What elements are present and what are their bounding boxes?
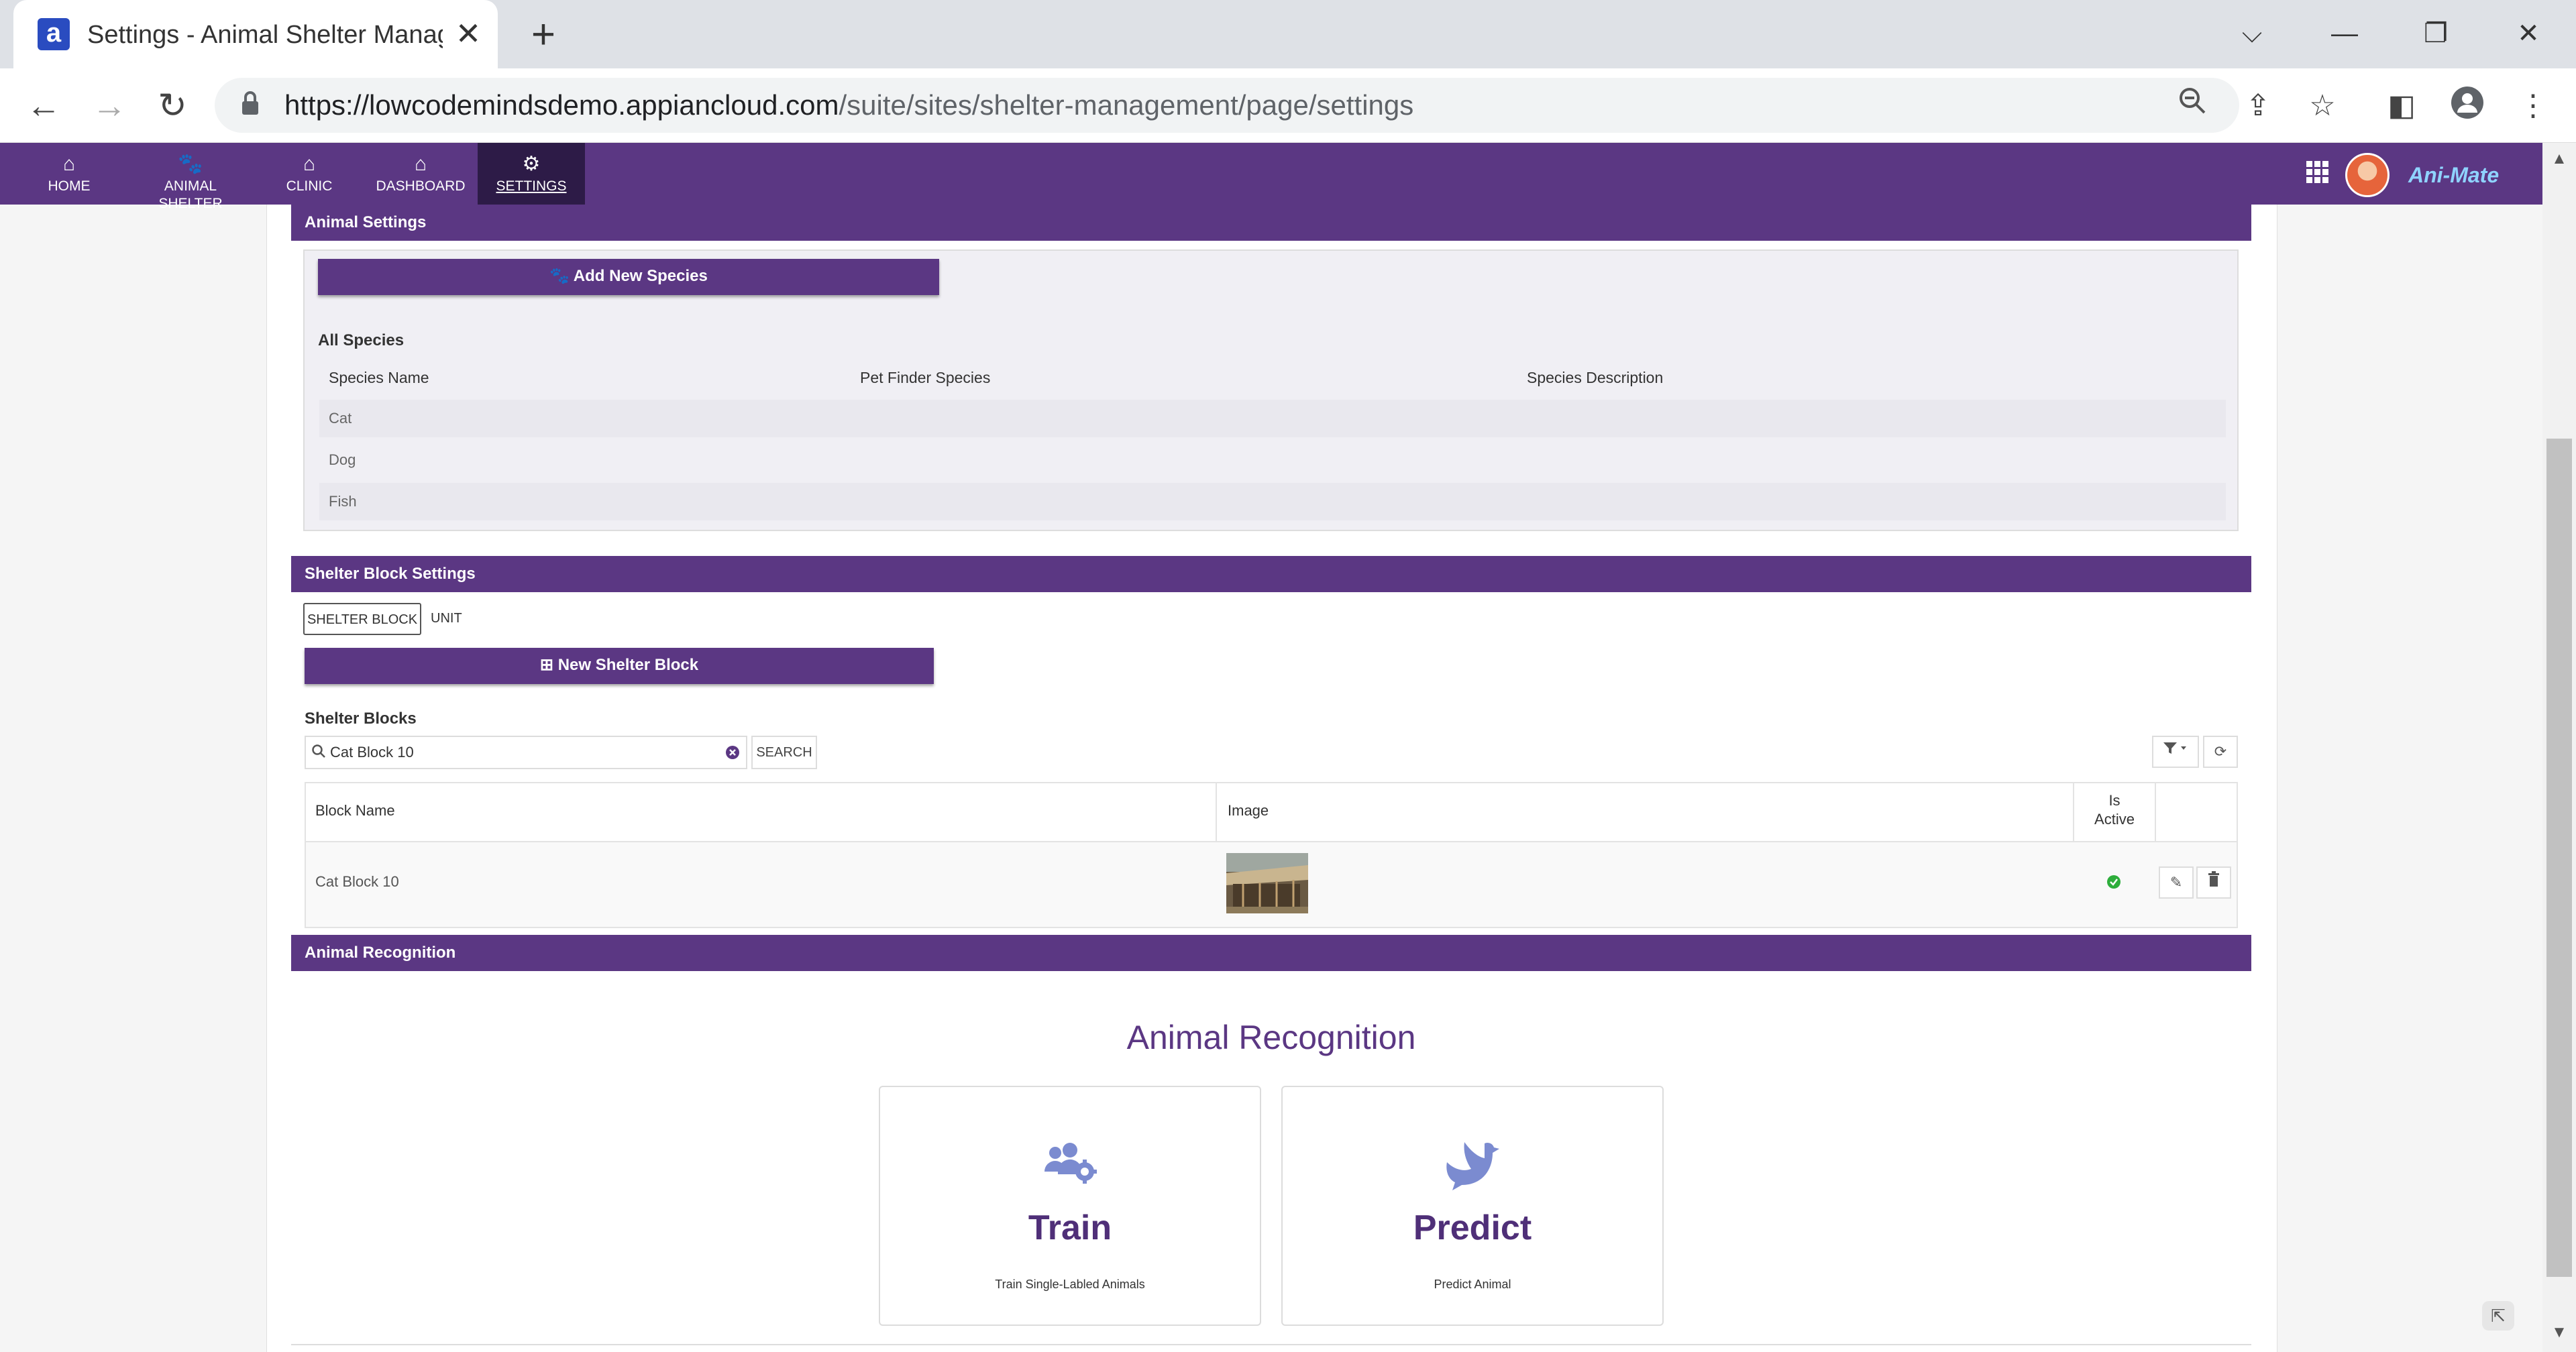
home-icon: ⌂ xyxy=(62,153,76,175)
profile-icon[interactable] xyxy=(2447,86,2487,126)
col-is-active[interactable]: Is Active xyxy=(2074,791,2155,829)
nav-settings-label: SETTINGS xyxy=(496,178,567,194)
url-path: /suite/sites/shelter-management/page/set… xyxy=(839,89,1414,121)
user-avatar[interactable] xyxy=(2345,153,2390,197)
train-title: Train xyxy=(1028,1208,1112,1247)
new-shelter-block-button[interactable]: ⊞ New Shelter Block xyxy=(305,648,934,684)
col-species-name: Species Name xyxy=(329,369,429,386)
edit-icon[interactable]: ✎ xyxy=(2159,866,2194,899)
recognition-box-border xyxy=(291,1344,2251,1345)
search-input[interactable] xyxy=(330,737,706,768)
new-tab-icon[interactable]: + xyxy=(522,14,565,58)
nav-clinic-label: CLINIC xyxy=(286,178,333,194)
tab-shelter-block[interactable]: SHELTER BLOCK xyxy=(303,603,421,635)
refresh-icon[interactable]: ⟳ xyxy=(2203,736,2238,768)
predict-card[interactable]: Predict Predict Animal xyxy=(1281,1086,1664,1326)
shelter-blocks-title: Shelter Blocks xyxy=(305,710,417,728)
shelter-block-settings-header: Shelter Block Settings xyxy=(291,556,2251,592)
nav-home-label: HOME xyxy=(48,178,91,194)
clear-search-icon[interactable] xyxy=(724,744,741,764)
scroll-down-arrow-icon[interactable]: ▼ xyxy=(2546,1322,2572,1343)
tab-close-icon[interactable]: ✕ xyxy=(449,15,487,52)
new-shelter-block-label: New Shelter Block xyxy=(557,656,699,674)
browser-menu-icon[interactable]: ⋮ xyxy=(2513,86,2553,126)
plus-square-icon: ⊞ xyxy=(539,656,558,674)
col-image[interactable]: Image xyxy=(1228,802,1269,820)
animal-recognition-title: Animal Recognition xyxy=(1126,1019,1416,1056)
users-gear-icon xyxy=(880,1142,1260,1188)
all-species-title: All Species xyxy=(318,331,405,349)
zoom-icon[interactable] xyxy=(2172,86,2212,126)
restore-icon[interactable]: ❐ xyxy=(2412,12,2459,55)
species-name-cell[interactable]: Dog xyxy=(329,451,356,468)
nav-clinic[interactable]: ⌂ CLINIC xyxy=(282,143,337,205)
scroll-up-arrow-icon[interactable]: ▲ xyxy=(2546,149,2572,169)
url-text[interactable]: https://lowcodemindsdemo.appiancloud.com… xyxy=(284,84,1413,126)
col-is-active-line1: Is xyxy=(2108,792,2121,809)
tab-search-chevron-icon[interactable]: ⌵ xyxy=(2229,12,2275,55)
nav-animal-shelter-label: ANIMAL SHELTER xyxy=(158,178,223,211)
lock-icon[interactable] xyxy=(240,90,267,121)
add-new-species-button[interactable]: 🐾 Add New Species xyxy=(318,259,939,295)
col-pet-finder-species: Pet Finder Species xyxy=(860,369,991,386)
animal-recognition-header: Animal Recognition xyxy=(291,935,2251,971)
species-row[interactable]: Cat xyxy=(319,400,2226,437)
back-arrow-icon[interactable]: ← xyxy=(20,84,67,127)
window-close-icon[interactable]: ✕ xyxy=(2505,12,2552,55)
delete-icon[interactable] xyxy=(2196,866,2231,899)
block-name-cell[interactable]: Cat Block 10 xyxy=(315,873,399,891)
feedback-icon[interactable]: ⇱ xyxy=(2482,1301,2514,1331)
species-name-cell[interactable]: Fish xyxy=(329,493,357,510)
paw-icon: 🐾 xyxy=(178,153,203,175)
dove-icon xyxy=(1283,1138,1662,1198)
species-name-cell[interactable]: Cat xyxy=(329,410,352,427)
col-is-active-line2: Active xyxy=(2094,811,2135,828)
url-host: https://lowcodemindsdemo.appiancloud.com xyxy=(284,89,839,121)
train-card[interactable]: Train Train Single-Labled Animals xyxy=(879,1086,1261,1326)
search-button[interactable]: SEARCH xyxy=(751,736,817,769)
paw-icon: 🐾 xyxy=(549,267,574,285)
add-new-species-label: Add New Species xyxy=(573,267,708,285)
minimize-icon[interactable]: — xyxy=(2321,12,2368,55)
nav-dashboard-label: DASHBOARD xyxy=(376,178,466,194)
tab-unit[interactable]: UNIT xyxy=(431,603,484,635)
species-row[interactable]: Fish xyxy=(319,483,2226,520)
species-row[interactable]: Dog xyxy=(319,441,2226,479)
animal-settings-header: Animal Settings xyxy=(291,205,2251,241)
predict-subtitle: Predict Animal xyxy=(1434,1278,1511,1291)
col-species-description: Species Description xyxy=(1527,369,1664,386)
shelter-block-image[interactable] xyxy=(1226,853,1308,913)
filter-icon[interactable] xyxy=(2152,736,2199,768)
side-panel-icon[interactable]: ◧ xyxy=(2381,86,2422,126)
col-block-name[interactable]: Block Name xyxy=(315,802,395,820)
reload-icon[interactable]: ↻ xyxy=(149,84,196,127)
nav-animal-shelter[interactable]: 🐾 ANIMAL SHELTER xyxy=(131,143,250,211)
share-icon[interactable]: ⇪ xyxy=(2238,86,2278,126)
forward-arrow-icon[interactable]: → xyxy=(86,84,133,127)
home-icon: ⌂ xyxy=(414,153,427,175)
train-subtitle: Train Single-Labled Animals xyxy=(995,1278,1145,1291)
gear-icon: ⚙ xyxy=(522,153,541,175)
home-icon: ⌂ xyxy=(303,153,316,175)
scrollbar-thumb[interactable] xyxy=(2546,439,2572,1277)
bookmark-star-icon[interactable]: ☆ xyxy=(2302,86,2343,126)
ani-mate-logo: Ani-Mate xyxy=(2408,163,2500,187)
tab-title: Settings - Animal Shelter Manage xyxy=(87,21,443,49)
nav-settings[interactable]: ⚙ SETTINGS xyxy=(478,143,585,205)
appian-favicon-icon: a xyxy=(38,18,70,50)
app-grid-icon[interactable] xyxy=(2301,158,2334,192)
search-icon xyxy=(311,744,326,762)
predict-title: Predict xyxy=(1413,1208,1532,1247)
nav-dashboard[interactable]: ⌂ DASHBOARD xyxy=(376,143,466,205)
active-check-icon xyxy=(2106,875,2121,889)
nav-home[interactable]: ⌂ HOME xyxy=(47,143,91,205)
shelter-block-search[interactable] xyxy=(305,736,747,769)
